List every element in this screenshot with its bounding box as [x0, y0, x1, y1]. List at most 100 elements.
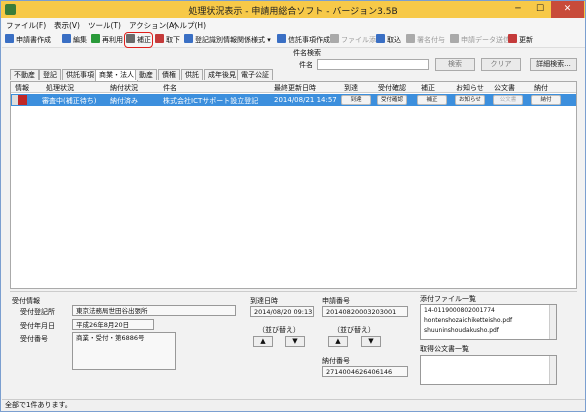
list-item[interactable]: hontenshozaichiketteisho.pdf — [424, 316, 553, 326]
row-payment-status: 納付済み — [110, 97, 138, 105]
attachments-list[interactable]: 14-0119000802001774 hontenshozaichikette… — [420, 304, 557, 340]
official-docs-title: 取得公文書一覧 — [420, 345, 469, 353]
search-field-label: 件名 — [299, 61, 313, 69]
appno-sort-down-button[interactable]: ▼ — [361, 336, 381, 347]
application-number-field: 20140820003203001 — [322, 306, 408, 317]
row-updated: 2014/08/21 14:57 — [274, 96, 337, 104]
col-receipt-confirm[interactable]: 受付確認 — [378, 83, 406, 93]
arrival-sort-up-button[interactable]: ▲ — [253, 336, 273, 347]
row-subject: 株式会社ICTサポート設立登記 — [163, 97, 259, 105]
menu-tools[interactable]: ツール(T) — [88, 20, 121, 31]
col-last-updated[interactable]: 最終更新日時 — [274, 83, 316, 93]
arrival-field: 2014/08/20 09:13 — [250, 306, 314, 317]
col-status[interactable]: 処理状況 — [46, 83, 74, 93]
official-docs-scrollbar[interactable] — [549, 356, 556, 384]
reuse-button[interactable]: 再利用 — [91, 34, 123, 46]
col-info[interactable]: 情報 — [15, 83, 29, 93]
refresh-icon — [508, 34, 517, 43]
tab-real-estate[interactable]: 不動産 — [10, 69, 39, 80]
sign-icon — [406, 34, 415, 43]
form-icon — [184, 34, 193, 43]
col-official-doc[interactable]: 公文書 — [494, 83, 515, 93]
application-window: 処理状況表示 - 申請用総合ソフト - バージョン3.5B ─ ☐ ✕ ファイル… — [0, 0, 586, 412]
arrival-title: 到達日時 — [250, 297, 278, 305]
withdraw-icon — [155, 34, 164, 43]
tab-claims[interactable]: 債権 — [158, 69, 180, 80]
edit-icon — [62, 34, 71, 43]
menu-file[interactable]: ファイル(F) — [6, 20, 46, 31]
minimize-button[interactable]: ─ — [507, 1, 529, 18]
import-button[interactable]: 取込 — [376, 34, 401, 46]
import-icon — [376, 34, 385, 43]
status-table: 情報 処理状況 納付状況 件名 最終更新日時 到達 受付確認 補正 お知らせ 公… — [10, 81, 577, 289]
clear-button[interactable]: クリア — [481, 58, 521, 71]
toolbar: 申請書作成 編集 再利用 補正 取下 登記識別情報関係様式 ▾ 信託事項作成 フ… — [2, 32, 585, 48]
tab-deposit-matters[interactable]: 供託事項 — [62, 69, 98, 80]
maximize-button[interactable]: ☐ — [529, 1, 551, 18]
col-payment-status[interactable]: 納付状況 — [110, 83, 138, 93]
sign-button[interactable]: 署名付与 — [406, 34, 445, 46]
send-icon — [450, 34, 459, 43]
list-item[interactable]: shuuninshoudakusho.pdf — [424, 326, 553, 336]
reception-title: 受付情報 — [12, 297, 40, 305]
menu-help[interactable]: ヘルプ(H) — [172, 20, 206, 31]
subject-search-input[interactable] — [317, 59, 429, 70]
create-document-button[interactable]: 申請書作成 — [5, 34, 51, 46]
tab-deposit[interactable]: 供託 — [181, 69, 203, 80]
arrival-sort-label: （並び替え） — [258, 326, 300, 334]
tab-registration[interactable]: 登記 — [39, 69, 61, 80]
tab-adult-guardianship[interactable]: 成年後見 — [204, 69, 240, 80]
arrival-sort-down-button[interactable]: ▼ — [285, 336, 305, 347]
details-panel: 受付情報 受付登記所 東京法務局世田谷出張所 受付年月日 平成26年8月20日 … — [10, 291, 577, 396]
search-button[interactable]: 検索 — [435, 58, 475, 71]
office-label: 受付登記所 — [20, 308, 55, 316]
payment-number-field: 2714004626406146 — [322, 366, 408, 377]
col-arrival[interactable]: 到達 — [344, 83, 358, 93]
row-receipt-button[interactable]: 受付確認 — [377, 95, 407, 105]
row-arrival-button[interactable]: 到達 — [341, 95, 371, 105]
title-bar[interactable]: 処理状況表示 - 申請用総合ソフト - バージョン3.5B ─ ☐ ✕ — [1, 1, 585, 18]
withdraw-button[interactable]: 取下 — [155, 34, 180, 46]
form-dropdown-button[interactable]: 登記識別情報関係様式 ▾ — [184, 34, 271, 46]
trust-icon — [277, 34, 286, 43]
send-data-button[interactable]: 申請データ送信 — [450, 34, 510, 46]
row-official-doc-button[interactable]: 公文書 — [493, 95, 523, 105]
create-document-icon — [5, 34, 14, 43]
search-section-label: 件名検索 — [293, 49, 321, 57]
attachments-title: 添付ファイル一覧 — [420, 295, 476, 303]
menu-action[interactable]: アクション(A) — [129, 20, 177, 31]
trust-create-button[interactable]: 信託事項作成 — [277, 34, 330, 46]
menu-bar: ファイル(F) 表示(V) ツール(T) アクション(A) ヘルプ(H) — [2, 18, 585, 32]
advanced-search-button[interactable]: 詳細検索... — [530, 58, 577, 71]
row-status: 審査中(補正待ち) — [42, 97, 97, 105]
col-notice[interactable]: お知らせ — [456, 83, 484, 93]
col-subject[interactable]: 件名 — [163, 83, 177, 93]
table-row[interactable]: 審査中(補正待ち) 納付済み 株式会社ICTサポート設立登記 2014/08/2… — [11, 94, 576, 106]
tab-movables[interactable]: 動産 — [135, 69, 157, 80]
payment-number-title: 納付番号 — [322, 357, 350, 365]
menu-view[interactable]: 表示(V) — [54, 20, 80, 31]
row-amend-button[interactable]: 補正 — [417, 95, 447, 105]
list-item[interactable]: 14-0119000802001774 — [424, 306, 553, 316]
row-payment-button[interactable]: 納付 — [531, 95, 561, 105]
col-payment[interactable]: 納付 — [534, 83, 548, 93]
official-docs-list[interactable] — [420, 355, 557, 385]
number-field: 商業・受付・第6886号 — [72, 332, 176, 370]
window-title: 処理状況表示 - 申請用総合ソフト - バージョン3.5B — [188, 7, 398, 17]
col-amend[interactable]: 補正 — [421, 83, 435, 93]
refresh-button[interactable]: 更新 — [508, 34, 533, 46]
number-label: 受付番号 — [20, 335, 48, 343]
info-flag-icon — [18, 95, 27, 105]
row-notice-button[interactable]: お知らせ — [455, 95, 485, 105]
close-button[interactable]: ✕ — [551, 1, 584, 18]
table-header: 情報 処理状況 納付状況 件名 最終更新日時 到達 受付確認 補正 お知らせ 公… — [11, 82, 576, 93]
amend-button[interactable]: 補正 — [124, 32, 153, 48]
tab-commercial-corporate[interactable]: 商業・法人 — [95, 69, 138, 81]
office-field: 東京法務局世田谷出張所 — [72, 305, 236, 316]
appno-sort-up-button[interactable]: ▲ — [328, 336, 348, 347]
attachments-scrollbar[interactable] — [549, 305, 556, 339]
edit-button[interactable]: 編集 — [62, 34, 87, 46]
tab-e-notarization[interactable]: 電子公証 — [237, 69, 273, 80]
date-label: 受付年月日 — [20, 322, 55, 330]
reuse-icon — [91, 34, 100, 43]
